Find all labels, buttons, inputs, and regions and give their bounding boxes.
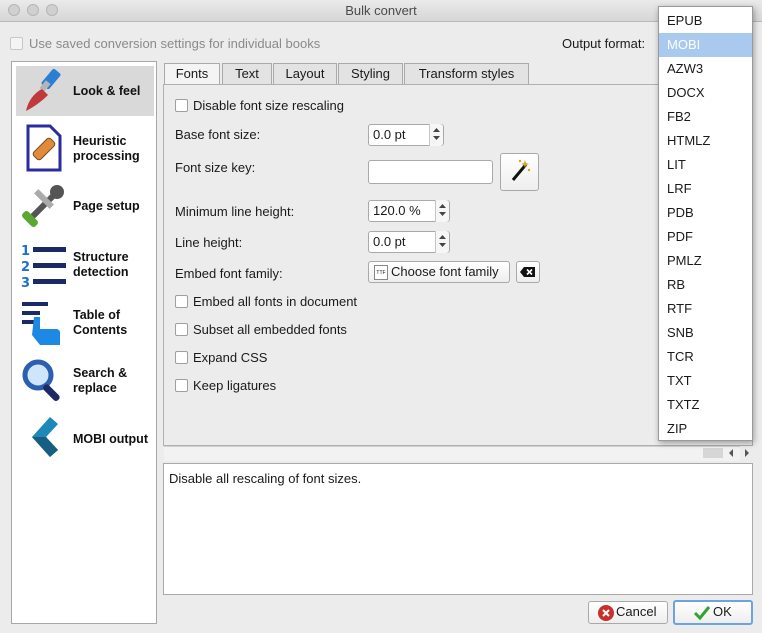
- ok-button[interactable]: OK: [673, 600, 753, 625]
- spinbox-value: 0.0 pt: [373, 234, 406, 249]
- tab-label: Fonts: [175, 66, 209, 81]
- format-option-pdf[interactable]: PDF: [659, 225, 752, 249]
- format-option-pmlz[interactable]: PMLZ: [659, 249, 752, 273]
- sidebar-item-label: MOBI output: [73, 432, 148, 446]
- font-file-icon: TTF: [374, 265, 388, 280]
- sidebar: Look & feel Heuristic processing Page se…: [11, 61, 157, 624]
- disable-rescaling-label: Disable font size rescaling: [193, 98, 345, 113]
- sidebar-item-label: Structure detection: [73, 250, 129, 279]
- sidebar-item-label: Search & replace: [73, 366, 128, 395]
- format-option-rb[interactable]: RB: [659, 273, 752, 297]
- subset-fonts-label: Subset all embedded fonts: [193, 322, 347, 337]
- format-option-docx[interactable]: DOCX: [659, 81, 752, 105]
- saved-settings-label: Use saved conversion settings for indivi…: [29, 36, 321, 51]
- sidebar-item-label: Look & feel: [73, 84, 141, 98]
- tab-label: Transform styles: [418, 66, 515, 81]
- format-option-htmlz[interactable]: HTMLZ: [659, 129, 752, 153]
- checkmark-icon: [693, 606, 711, 621]
- button-label: Choose font family: [391, 264, 499, 279]
- embed-all-fonts-label: Embed all fonts in document: [193, 294, 358, 309]
- wrench-screwdriver-icon: [20, 182, 68, 230]
- spinbox-arrows-icon[interactable]: [435, 231, 449, 253]
- format-option-fb2[interactable]: FB2: [659, 105, 752, 129]
- sidebar-item-label: Heuristic processing: [73, 134, 140, 163]
- cancel-button[interactable]: Cancel: [588, 601, 668, 624]
- output-format-dropdown[interactable]: EPUB MOBI AZW3 DOCX FB2 HTMLZ LIT LRF PDB PDF PMLZ…: [658, 6, 753, 441]
- button-label: Cancel: [616, 604, 657, 619]
- magic-wand-icon: [511, 159, 531, 181]
- spinbox-value: 0.0 pt: [373, 127, 406, 142]
- output-format-label: Output format:: [562, 36, 646, 51]
- tab-label: Text: [235, 66, 259, 81]
- sidebar-item-toc[interactable]: Table of Contents: [16, 298, 154, 348]
- saved-settings-checkbox[interactable]: [10, 37, 23, 50]
- sidebar-item-label: Table of Contents: [73, 308, 128, 337]
- format-option-tcr[interactable]: TCR: [659, 345, 752, 369]
- scroll-left-icon[interactable]: [724, 446, 740, 460]
- svg-text:3: 3: [21, 276, 30, 289]
- svg-text:1: 1: [21, 244, 30, 259]
- tab-label: Styling: [350, 66, 391, 81]
- format-option-lrf[interactable]: LRF: [659, 177, 752, 201]
- sidebar-item-mobi-output[interactable]: MOBI output: [16, 414, 154, 464]
- button-label: OK: [713, 604, 732, 619]
- format-option-txt[interactable]: TXT: [659, 369, 752, 393]
- window-title: Bulk convert: [345, 3, 417, 18]
- format-option-azw3[interactable]: AZW3: [659, 57, 752, 81]
- scrollbar-thumb[interactable]: [703, 448, 723, 458]
- spinbox-arrows-icon[interactable]: [429, 124, 443, 146]
- line-height-label: Line height:: [175, 235, 243, 250]
- format-option-mobi[interactable]: MOBI: [659, 33, 752, 57]
- keep-ligatures-checkbox[interactable]: [175, 379, 188, 392]
- format-option-zip[interactable]: ZIP: [659, 417, 752, 441]
- clear-font-family-button[interactable]: [516, 261, 540, 283]
- tab-layout[interactable]: Layout: [273, 63, 337, 84]
- format-option-txtz[interactable]: TXTZ: [659, 393, 752, 417]
- format-option-rtf[interactable]: RTF: [659, 297, 752, 321]
- clear-icon: [520, 267, 535, 277]
- embed-all-fonts-checkbox[interactable]: [175, 295, 188, 308]
- toc-pointer-icon: [20, 299, 68, 347]
- tab-styling[interactable]: Styling: [338, 63, 403, 84]
- embed-font-family-label: Embed font family:: [175, 266, 283, 281]
- base-font-size-label: Base font size:: [175, 127, 261, 142]
- expand-css-checkbox[interactable]: [175, 351, 188, 364]
- format-option-snb[interactable]: SNB: [659, 321, 752, 345]
- magnifier-icon: [20, 357, 68, 405]
- sidebar-item-look-feel[interactable]: Look & feel: [16, 66, 154, 116]
- keep-ligatures-label: Keep ligatures: [193, 378, 277, 393]
- spinbox-value: 120.0 %: [373, 203, 421, 218]
- sidebar-item-search-replace[interactable]: Search & replace: [16, 356, 154, 406]
- numbered-list-icon: 1 2 3: [20, 241, 68, 291]
- help-description: Disable all rescaling of font sizes.: [163, 463, 753, 595]
- horizontal-scrollbar[interactable]: [164, 446, 740, 461]
- subset-fonts-checkbox[interactable]: [175, 323, 188, 336]
- disable-rescaling-checkbox[interactable]: [175, 99, 188, 112]
- tab-transform-styles[interactable]: Transform styles: [404, 63, 529, 84]
- tab-label: Layout: [285, 66, 325, 81]
- document-bandage-icon: [20, 124, 68, 172]
- paintbrush-icon: [20, 67, 68, 115]
- format-option-pdb[interactable]: PDB: [659, 201, 752, 225]
- font-size-key-input[interactable]: [368, 160, 493, 184]
- choose-font-family-button[interactable]: TTF Choose font family: [368, 261, 510, 283]
- format-option-epub[interactable]: EPUB: [659, 9, 752, 33]
- tab-text[interactable]: Text: [222, 63, 272, 84]
- svg-text:2: 2: [21, 260, 30, 275]
- font-size-key-wizard-button[interactable]: [500, 153, 539, 191]
- format-option-lit[interactable]: LIT: [659, 153, 752, 177]
- spinbox-arrows-icon[interactable]: [435, 200, 449, 222]
- chevron-left-icon: [20, 415, 68, 463]
- sidebar-item-heuristic[interactable]: Heuristic processing: [16, 124, 154, 174]
- sidebar-item-page-setup[interactable]: Page setup: [16, 182, 154, 232]
- font-size-key-label: Font size key:: [175, 160, 256, 175]
- cancel-icon: [598, 605, 614, 621]
- sidebar-item-label: Page setup: [73, 199, 140, 213]
- tab-fonts[interactable]: Fonts: [164, 63, 220, 86]
- expand-css-label: Expand CSS: [193, 350, 268, 365]
- sidebar-item-structure[interactable]: 1 2 3 Structure detection: [16, 240, 154, 291]
- scroll-right-icon[interactable]: [740, 446, 754, 460]
- min-line-height-label: Minimum line height:: [175, 204, 295, 219]
